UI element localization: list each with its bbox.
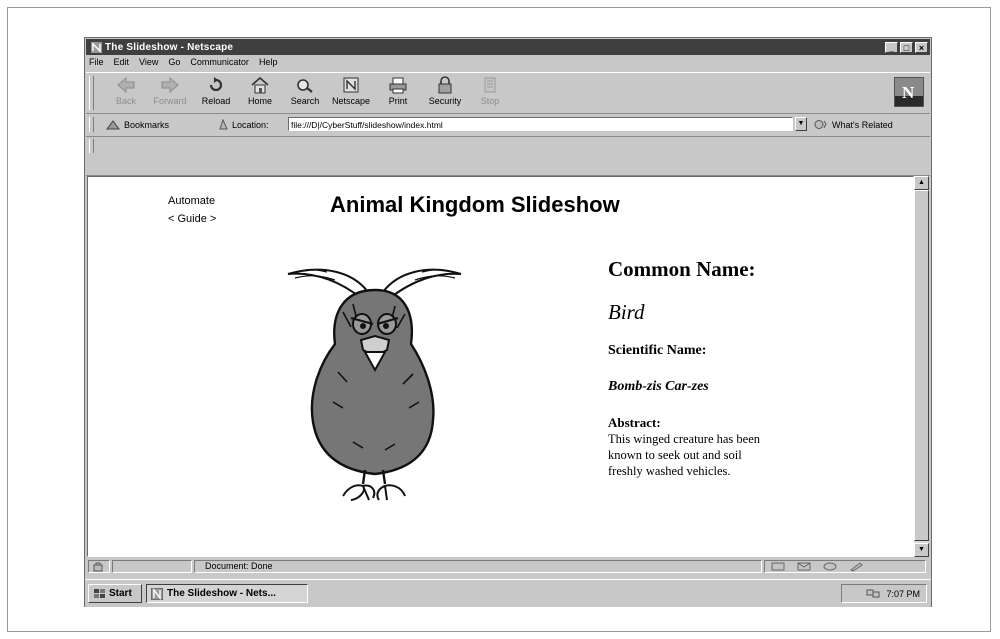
forward-icon (161, 76, 179, 94)
windows-logo-icon (94, 589, 105, 598)
start-button[interactable]: Start (88, 584, 142, 603)
menu-bar: File Edit View Go Communicator Help (89, 57, 277, 71)
automate-link[interactable]: Automate (168, 195, 215, 207)
navigator-icon[interactable] (771, 562, 785, 571)
whats-related-icon (814, 120, 827, 129)
scientific-name-heading: Scientific Name: (608, 343, 707, 358)
minimize-button[interactable]: _ (885, 41, 898, 53)
bookmarks-icon (106, 120, 120, 130)
personal-grip[interactable] (89, 139, 94, 153)
netscape-button[interactable]: Netscape (329, 76, 373, 110)
status-bar: Document: Done (86, 558, 930, 576)
print-icon (389, 77, 407, 94)
scroll-up-button[interactable]: ▲ (914, 176, 929, 190)
system-tray: 7:07 PM (841, 584, 927, 603)
location-dropdown-button[interactable]: ▼ (795, 117, 807, 131)
toolbar-grip[interactable] (89, 76, 94, 110)
taskbar: Start The Slideshow - Nets... 7:07 PM (85, 579, 931, 607)
menu-communicator[interactable]: Communicator (190, 57, 249, 71)
netscape-logo[interactable]: N (894, 77, 924, 107)
location-input[interactable]: file:///D|/CyberStuff/slideshow/index.ht… (288, 117, 793, 131)
progress-bar (112, 560, 192, 573)
security-status[interactable] (88, 560, 110, 573)
common-name-value: Bird (608, 300, 645, 324)
scroll-down-button[interactable]: ▼ (914, 543, 929, 557)
bookmarks-button[interactable]: Bookmarks (106, 119, 169, 130)
lock-status-icon (93, 562, 103, 572)
home-icon (251, 76, 269, 94)
composer-icon[interactable] (849, 562, 863, 571)
vertical-scrollbar[interactable]: ▲ ▼ (914, 176, 929, 557)
netscape-app-icon (90, 41, 102, 53)
search-button[interactable]: Search (283, 76, 327, 110)
status-text: Document: Done (194, 560, 762, 573)
stop-icon (484, 77, 496, 93)
security-icon (438, 76, 452, 94)
menu-go[interactable]: Go (168, 57, 180, 71)
personal-toolbar (86, 137, 930, 176)
discussion-icon[interactable] (823, 562, 837, 571)
location-toolbar: Bookmarks Location: file:///D|/CyberStuf… (86, 114, 930, 137)
menu-view[interactable]: View (139, 57, 158, 71)
title-bar[interactable]: The Slideshow - Netscape _ □ × (86, 39, 930, 55)
netscape-icon (343, 77, 359, 93)
home-button[interactable]: Home (238, 76, 282, 110)
location-label: Location: (218, 119, 269, 130)
back-icon (117, 76, 135, 94)
back-button[interactable]: Back (104, 76, 148, 110)
abstract-heading: Abstract: (608, 415, 661, 430)
page-proxy-icon[interactable] (218, 119, 229, 130)
page-title: Animal Kingdom Slideshow (330, 192, 620, 217)
mail-icon[interactable] (797, 562, 811, 571)
navigation-toolbar: Back Forward Reload Home Search Netscape… (86, 72, 930, 114)
maximize-button[interactable]: □ (900, 41, 913, 53)
scientific-name-value: Bomb-zis Car-zes (608, 379, 709, 394)
clock[interactable]: 7:07 PM (886, 589, 920, 599)
reload-button[interactable]: Reload (194, 76, 238, 110)
security-button[interactable]: Security (423, 76, 467, 110)
page-content: Automate < Guide > Animal Kingdom Slides… (87, 176, 914, 557)
component-bar (764, 560, 926, 573)
menu-help[interactable]: Help (259, 57, 278, 71)
print-button[interactable]: Print (376, 76, 420, 110)
menu-edit[interactable]: Edit (114, 57, 130, 71)
forward-button[interactable]: Forward (148, 76, 192, 110)
animal-info: Common Name: Bird Scientific Name: Bomb-… (608, 257, 838, 479)
taskbar-item-slideshow[interactable]: The Slideshow - Nets... (146, 584, 308, 603)
close-button[interactable]: × (915, 41, 928, 53)
window-title: The Slideshow - Netscape (105, 41, 234, 53)
menu-file[interactable]: File (89, 57, 104, 71)
scroll-thumb[interactable] (914, 190, 929, 541)
netscape-task-icon (151, 587, 163, 600)
common-name-heading: Common Name: (608, 257, 756, 281)
browser-window: The Slideshow - Netscape _ □ × File Edit… (84, 37, 932, 607)
bird-image (287, 268, 462, 501)
search-icon (297, 79, 313, 93)
network-icon[interactable] (866, 589, 880, 598)
reload-icon (209, 77, 223, 92)
location-grip[interactable] (89, 117, 94, 132)
svg-text:N: N (902, 83, 915, 102)
stop-button[interactable]: Stop (468, 76, 512, 110)
whats-related-button[interactable]: What's Related (814, 119, 893, 130)
abstract-text: This winged creature has been known to s… (608, 432, 761, 478)
guide-link[interactable]: < Guide > (168, 213, 216, 225)
